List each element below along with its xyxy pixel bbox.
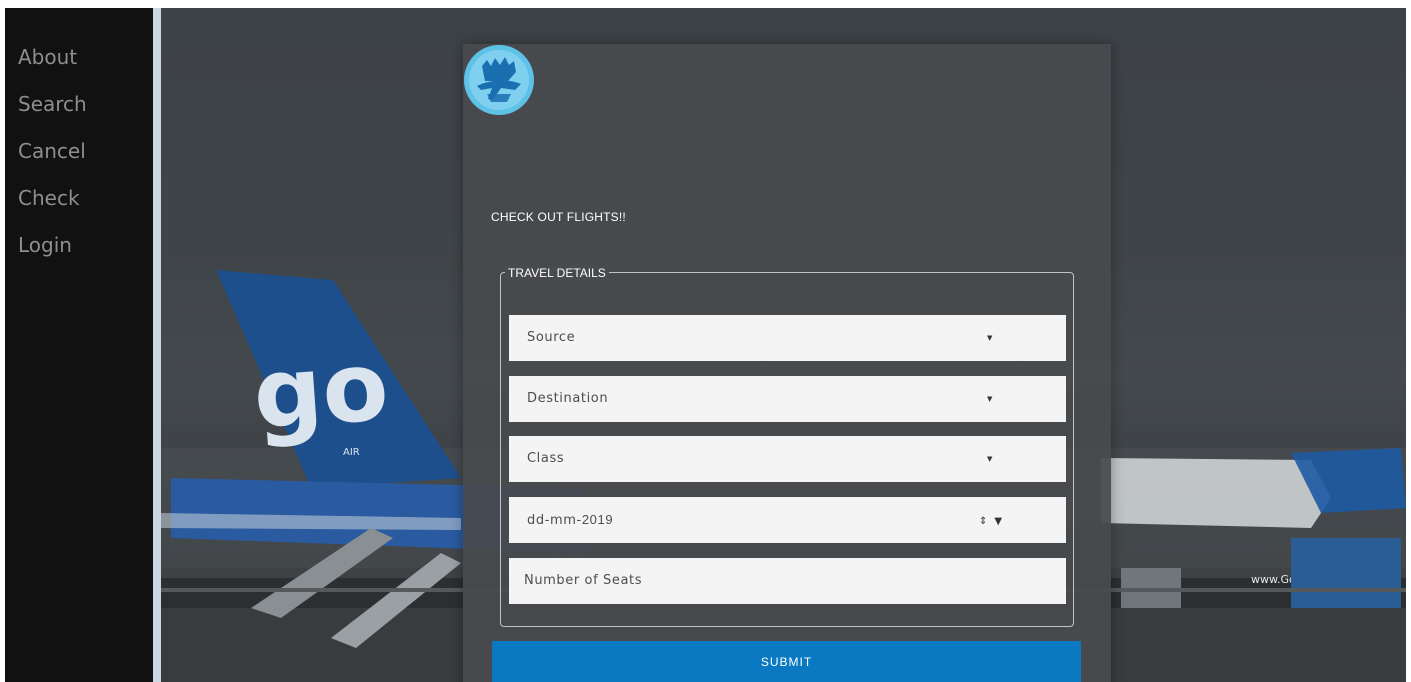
sidebar-item-login[interactable]: Login <box>5 222 153 269</box>
source-select-label: Source <box>527 330 576 345</box>
sidebar-item-check[interactable]: Check <box>5 175 153 222</box>
destination-select-label: Destination <box>527 391 609 406</box>
seats-input-placeholder: Number of Seats <box>524 573 643 588</box>
date-input-format: dd-mm- <box>527 513 582 528</box>
destination-select[interactable]: Destination ▼ <box>509 376 1066 422</box>
calendar-dropdown-icon[interactable]: ▼ <box>994 516 1002 527</box>
fieldset-legend: TRAVEL DETAILS <box>505 265 609 281</box>
hand-airplane-logo-icon <box>464 45 534 115</box>
travel-details-fieldset: TRAVEL DETAILS Source ▼ Destination ▼ Cl… <box>500 265 1074 627</box>
caret-down-icon: ▼ <box>987 334 993 342</box>
sidebar-item-cancel[interactable]: Cancel <box>5 128 153 175</box>
background-airport-image: go AIR www.GoAir.in CHECK OUT FLIGHTS!! … <box>161 8 1406 682</box>
submit-button[interactable]: SUBMIT <box>492 641 1081 682</box>
source-select[interactable]: Source ▼ <box>509 315 1066 361</box>
flight-search-card: CHECK OUT FLIGHTS!! TRAVEL DETAILS Sourc… <box>463 44 1111 682</box>
tail-logo-small: AIR <box>343 447 360 458</box>
form-title: CHECK OUT FLIGHTS!! <box>491 210 626 224</box>
spinner-icon[interactable]: ⇕ <box>979 516 988 527</box>
seats-input[interactable]: Number of Seats <box>509 558 1066 604</box>
sidebar-item-about[interactable]: About <box>5 34 153 81</box>
caret-down-icon: ▼ <box>987 455 993 463</box>
caret-down-icon: ▼ <box>987 395 993 403</box>
class-select[interactable]: Class ▼ <box>509 436 1066 482</box>
date-input[interactable]: dd-mm-2019 ⇕ ▼ <box>509 497 1066 543</box>
app-frame: About Search Cancel Check Login go AIR w… <box>5 8 1406 682</box>
date-input-year: 2019 <box>581 512 614 527</box>
sidebar: About Search Cancel Check Login <box>5 8 153 682</box>
sidebar-divider <box>153 8 161 682</box>
class-select-label: Class <box>527 451 565 466</box>
sidebar-item-search[interactable]: Search <box>5 81 153 128</box>
date-spinner-controls: ⇕ ▼ <box>979 497 1003 545</box>
tail-logo-text: go <box>250 330 392 451</box>
